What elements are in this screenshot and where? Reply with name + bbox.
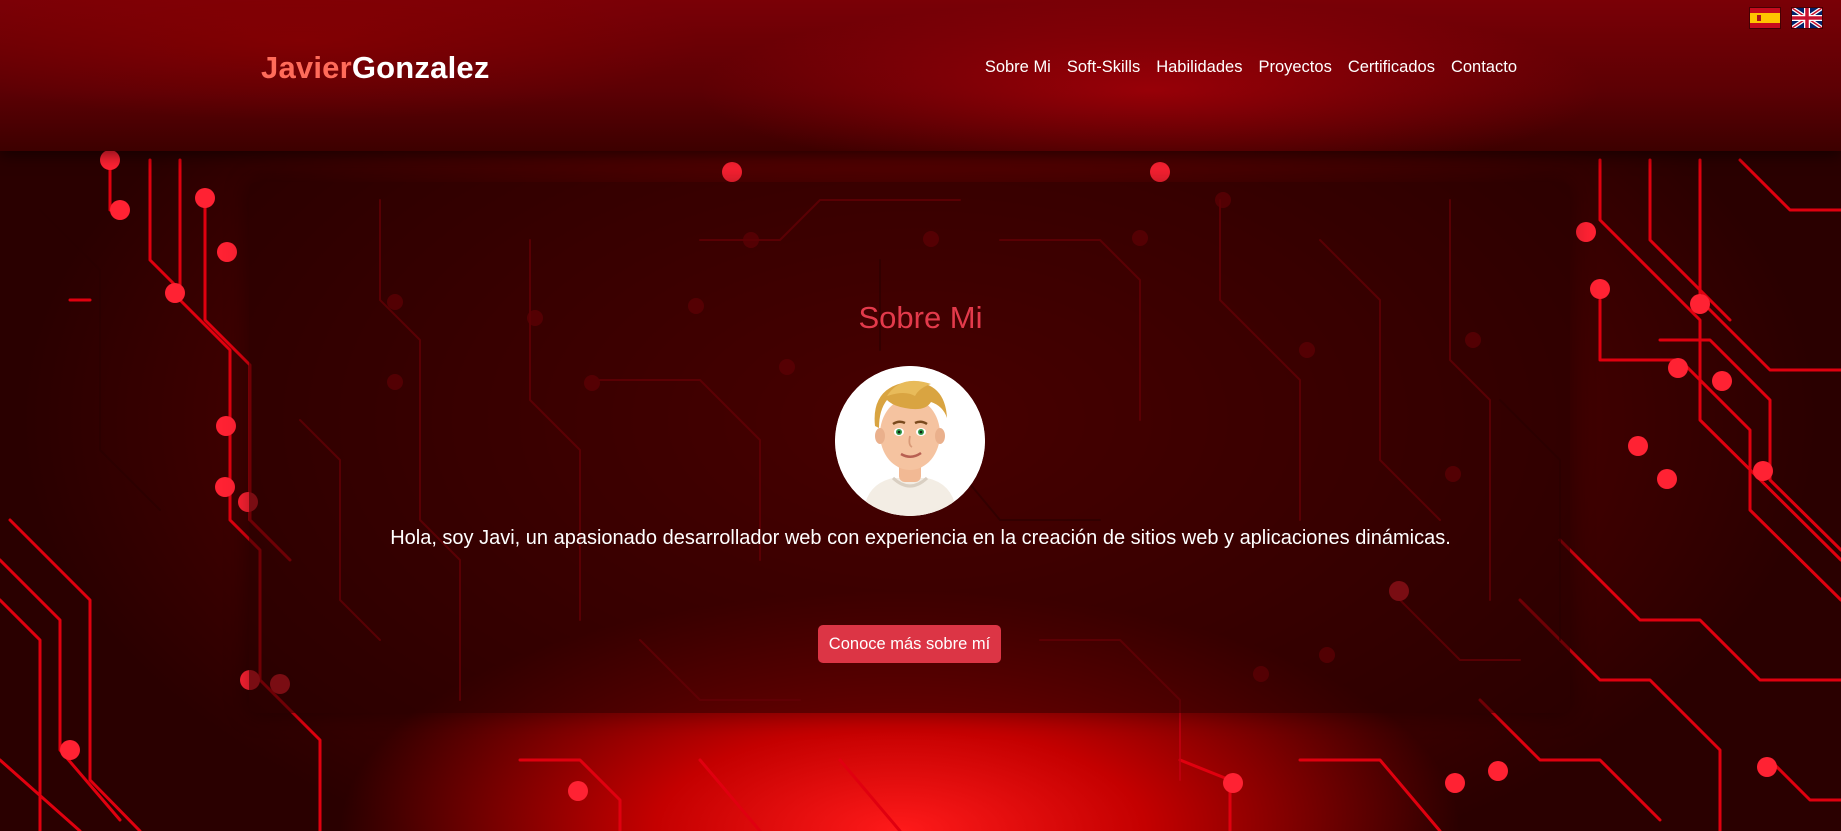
avatar-illustration-icon <box>835 366 985 516</box>
nav-contacto[interactable]: Contacto <box>1451 58 1517 77</box>
section-title: Sobre Mi <box>858 300 983 335</box>
logo-last-name: Gonzalez <box>351 50 490 85</box>
language-switcher <box>1749 7 1823 29</box>
nav-proyectos[interactable]: Proyectos <box>1258 58 1331 77</box>
learn-more-button[interactable]: Conoce más sobre mí <box>818 625 1001 663</box>
nav-sobre-mi[interactable]: Sobre Mi <box>985 58 1051 77</box>
bio-text: Hola, soy Javi, un apasionado desarrolla… <box>390 527 1451 549</box>
uk-flag-icon[interactable] <box>1791 7 1823 29</box>
avatar <box>835 366 985 516</box>
nav-habilidades[interactable]: Habilidades <box>1156 58 1242 77</box>
main-navigation: Sobre Mi Soft-Skills Habilidades Proyect… <box>985 58 1517 77</box>
logo-first-name: Javier <box>261 50 352 85</box>
site-logo[interactable]: JavierGonzalez <box>261 50 490 86</box>
site-header: JavierGonzalez Sobre Mi Soft-Skills Habi… <box>0 0 1841 151</box>
spain-flag-icon[interactable] <box>1749 7 1781 29</box>
nav-certificados[interactable]: Certificados <box>1348 58 1435 77</box>
nav-soft-skills[interactable]: Soft-Skills <box>1067 58 1140 77</box>
